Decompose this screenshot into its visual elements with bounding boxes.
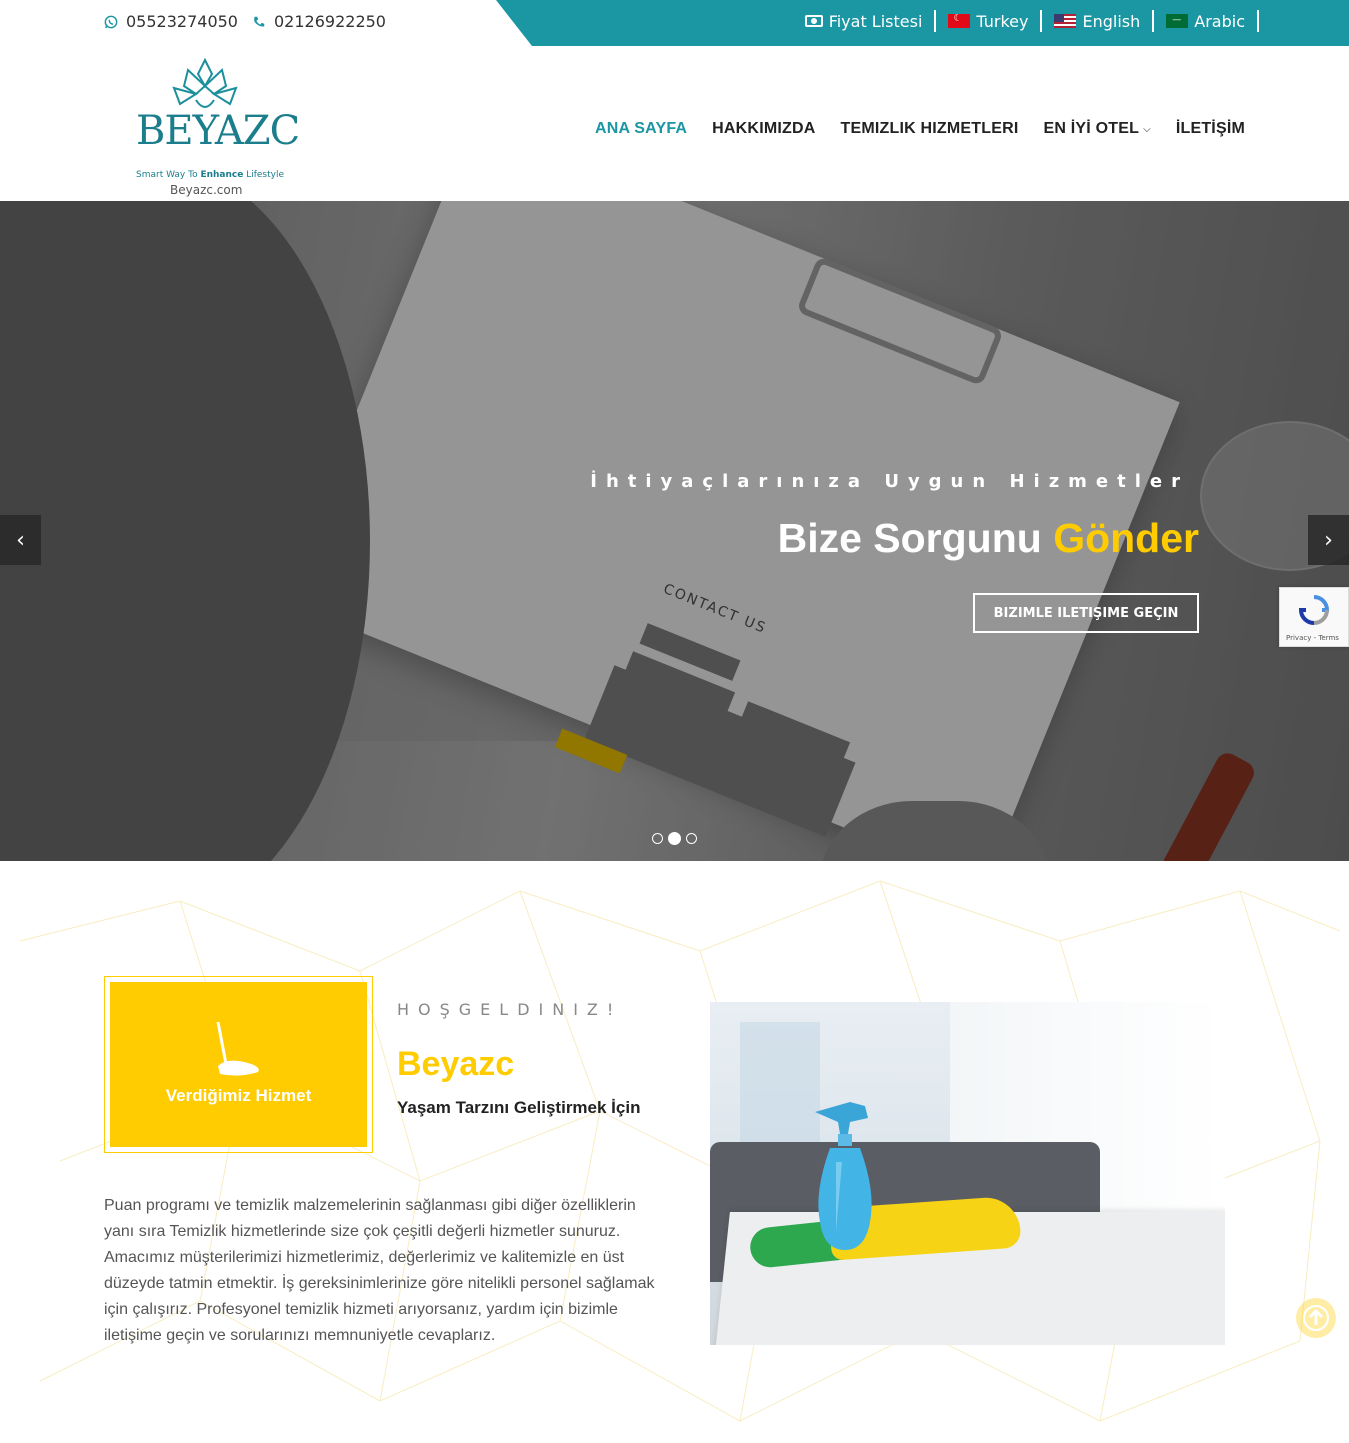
logo-brand: BEYAZC (136, 108, 300, 154)
hero-subtitle: İhtiyaçlarınıza Uygun Hizmetler (590, 471, 1189, 492)
phone-number: 02126922250 (274, 12, 386, 31)
slider-dots (652, 832, 697, 845)
language-turkey[interactable]: Turkey (936, 10, 1043, 32)
recaptcha-terms[interactable]: Privacy - Terms (1286, 634, 1339, 642)
chevron-down-icon: ⌵ (1143, 123, 1151, 135)
hero-contact-button[interactable]: BIZIMLE ILETIŞIME GEÇIN (973, 593, 1199, 633)
logo-domain: Beyazc.com (170, 183, 243, 197)
main-navigation: ANA SAYFA HAKKIMIZDA TEMIZLIK HIZMETLERI… (595, 120, 1245, 138)
service-card-label: Verdiğimiz Hizmet (165, 1086, 312, 1105)
mop-icon (216, 1022, 259, 1076)
logo-tagline: Smart Way To Enhance Lifestyle (136, 170, 285, 180)
whatsapp-icon (104, 15, 118, 28)
slider-dot-active[interactable] (668, 832, 681, 845)
chevron-left-icon: ‹ (16, 527, 25, 553)
saudi-flag-icon (1166, 14, 1189, 28)
chevron-right-icon: › (1324, 527, 1333, 553)
site-logo[interactable]: BEYAZC Smart Way To Enhance Lifestyle Be… (134, 56, 300, 198)
us-flag-icon (1054, 14, 1077, 28)
whatsapp-contact[interactable]: 05523274050 (104, 12, 238, 31)
spray-bottle-icon (815, 1102, 872, 1250)
whatsapp-number: 05523274050 (126, 12, 238, 31)
language-english-label: English (1082, 11, 1141, 31)
nav-best-hotel-label: EN İYİ OTEL (1043, 120, 1140, 137)
recaptcha-icon (1298, 595, 1330, 625)
hero-slider: CONTACT US İhtiyaçlarınıza Uygun Hizmetl… (0, 201, 1349, 861)
slider-dot[interactable] (686, 833, 697, 844)
slider-dot[interactable] (652, 833, 663, 844)
nav-home[interactable]: ANA SAYFA (595, 120, 687, 138)
welcome-eyebrow: HOŞGELDINIZ! (397, 1000, 623, 1019)
lotus-logo-icon (172, 57, 238, 108)
nav-cleaning-services[interactable]: TEMIZLIK HIZMETLERI (841, 120, 1019, 138)
service-card[interactable]: Verdiğimiz Hizmet (104, 976, 373, 1153)
language-arabic[interactable]: Arabic (1154, 10, 1259, 32)
recaptcha-badge[interactable]: Privacy - Terms (1279, 587, 1349, 647)
arrow-up-icon (1303, 1305, 1329, 1331)
cleaning-supplies-photo (710, 1002, 1225, 1345)
service-card-inner: Verdiğimiz Hizmet (110, 982, 367, 1147)
language-arabic-label: Arabic (1194, 11, 1245, 31)
slider-next-button[interactable]: › (1308, 515, 1349, 565)
money-icon (804, 15, 823, 27)
hero-title: Bize Sorgunu Gönder (777, 515, 1199, 561)
price-list-link[interactable]: Fiyat Listesi (793, 10, 937, 32)
nav-best-hotel[interactable]: EN İYİ OTEL ⌵ (1044, 120, 1151, 138)
price-list-label: Fiyat Listesi (828, 11, 923, 31)
phone-contact[interactable]: 02126922250 (252, 12, 386, 31)
nav-about[interactable]: HAKKIMIZDA (712, 120, 815, 138)
welcome-brand: Beyazc (397, 1045, 515, 1083)
welcome-slogan: Yaşam Tarzını Geliştirmek İçin (397, 1098, 641, 1117)
welcome-body: Puan programı ve temizlik malzemelerinin… (104, 1197, 655, 1344)
language-bar: Fiyat Listesi Turkey English Arabic (793, 10, 1259, 32)
welcome-section: Verdiğimiz Hizmet HOŞGELDINIZ! Beyazc Ya… (0, 861, 1349, 1443)
phone-icon (254, 16, 265, 26)
back-to-top-button[interactable] (1296, 1298, 1336, 1338)
slider-prev-button[interactable]: ‹ (0, 515, 41, 565)
nav-contact[interactable]: İLETİŞİM (1176, 120, 1245, 138)
top-bar: 05523274050 02126922250 Fiyat Listesi Tu… (0, 0, 1349, 46)
language-english[interactable]: English (1042, 10, 1155, 32)
language-turkey-label: Turkey (976, 11, 1029, 31)
turkey-flag-icon (948, 14, 971, 28)
